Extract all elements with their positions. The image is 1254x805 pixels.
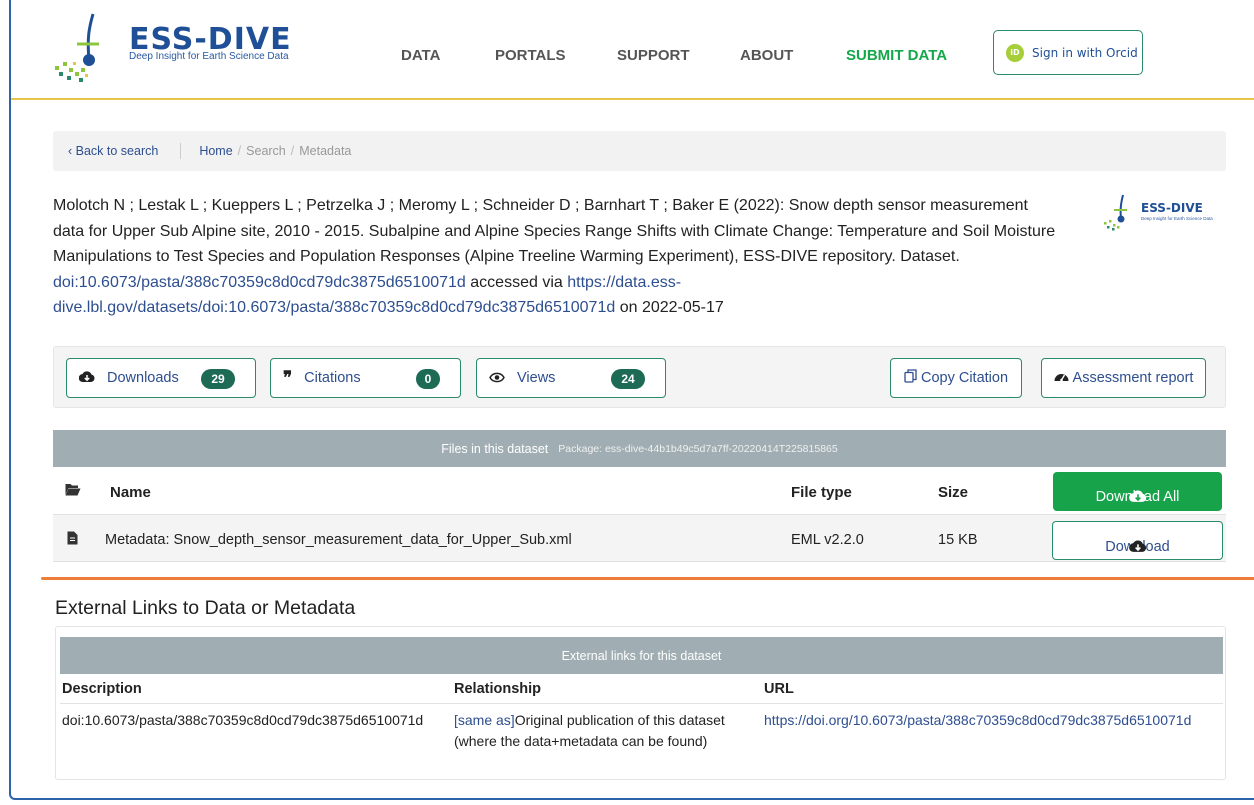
file-row: Metadata: Snow_depth_sensor_measurement_… [53, 515, 1226, 562]
col-file-type: File type [791, 484, 852, 501]
logo-tagline: Deep Insight for Earth Science Data [1141, 216, 1213, 221]
breadcrumb-current: Metadata [299, 144, 352, 158]
citations-label: Citations [304, 370, 361, 386]
file-name[interactable]: Metadata: Snow_depth_sensor_measurement_… [105, 532, 572, 548]
nav-portals[interactable]: PORTALS [495, 47, 566, 64]
copy-citation-label: Copy Citation [920, 370, 1009, 386]
citation-text: Molotch N ; Lestak L ; Kueppers L ; Petr… [53, 197, 1056, 265]
breadcrumb-home[interactable]: Home [199, 144, 232, 158]
sign-in-label: Sign in with Orcid [1032, 45, 1138, 60]
package-id: Package: ess-dive-44b1b49c5d7a7ff-202204… [558, 442, 838, 455]
file-type: EML v2.2.0 [791, 532, 864, 548]
same-as-link[interactable]: [same as] [454, 712, 515, 728]
citations-count-badge: 0 [416, 369, 440, 389]
assessment-report-button[interactable]: Assessment report [1041, 358, 1206, 398]
repository-logo: ESS-DIVE Deep Insight for Earth Science … [1101, 193, 1236, 233]
downloads-count-badge: 29 [201, 369, 235, 389]
views-button[interactable]: Views 24 [476, 358, 666, 398]
breadcrumb-slash: / [237, 144, 242, 158]
col-description: Description [62, 681, 142, 697]
files-header-title: Files in this dataset [441, 441, 549, 456]
breadcrumb-search: Search [246, 144, 286, 158]
citation-doi-link[interactable]: doi:10.6073/pasta/388c70359c8d0cd79dc387… [53, 274, 466, 291]
logo-tagline: Deep Insight for Earth Science Data [129, 51, 289, 62]
col-relationship: Relationship [454, 681, 542, 697]
citation-date: on 2022-05-17 [619, 299, 724, 316]
ess-dive-logo[interactable]: ESS-DIVE Deep Insight for Earth Science … [49, 10, 309, 90]
nav-submit-data[interactable]: SUBMIT DATA [846, 47, 947, 64]
cloud-download-icon [1128, 489, 1147, 507]
copy-icon [904, 369, 917, 387]
logo-mark-icon [1104, 194, 1127, 231]
external-url-link[interactable]: https://doi.org/10.6073/pasta/388c70359c… [764, 710, 1191, 731]
download-all-button[interactable]: Download All [1053, 472, 1222, 511]
citation-accessed-via: accessed via [470, 273, 563, 291]
external-link-row: doi:10.6073/pasta/388c70359c8d0cd79dc387… [60, 704, 1223, 754]
nav-support[interactable]: SUPPORT [617, 47, 690, 64]
metrics-bar: Downloads 29 ❞ Citations 0 Views 24 Copy… [53, 346, 1226, 408]
folder-open-icon [65, 483, 81, 500]
dashboard-icon [1054, 370, 1069, 386]
breadcrumb-divider [180, 143, 182, 159]
views-count-badge: 24 [611, 369, 645, 389]
breadcrumb: ‹ Back to search Home / Search / Metadat… [53, 131, 1226, 171]
sign-in-orcid-button[interactable]: iD Sign in with Orcid [993, 30, 1143, 75]
orcid-icon: iD [1006, 43, 1024, 62]
link-relationship: [same as] Original publication of this d… [454, 710, 754, 749]
link-description: doi:10.6073/pasta/388c70359c8d0cd79dc387… [62, 712, 424, 728]
file-size: 15 KB [938, 532, 978, 548]
site-header: ESS-DIVE Deep Insight for Earth Science … [11, 0, 1254, 100]
external-links-table: External links for this dataset Descript… [55, 626, 1226, 780]
relationship-note: (where the data+metadata can be found) [454, 733, 708, 749]
views-label: Views [517, 370, 556, 386]
external-column-headers: Description Relationship URL [60, 674, 1223, 704]
nav-about[interactable]: ABOUT [740, 47, 793, 64]
external-links-title: External Links to Data or Metadata [55, 597, 356, 619]
breadcrumb-slash: / [290, 144, 295, 158]
logo-wordmark: ESS-DIVE [1141, 201, 1203, 215]
copy-citation-button[interactable]: Copy Citation [890, 358, 1022, 398]
cloud-download-icon [1128, 539, 1147, 557]
cloud-download-icon [78, 370, 95, 386]
files-column-headers: Name File type Size Download All [53, 467, 1226, 515]
dataset-citation: Molotch N ; Lestak L ; Kueppers L ; Petr… [53, 193, 1063, 321]
downloads-label: Downloads [107, 370, 179, 386]
col-url: URL [764, 681, 794, 697]
page-frame: ESS-DIVE Deep Insight for Earth Science … [9, 0, 1254, 800]
downloads-button[interactable]: Downloads 29 [66, 358, 256, 398]
back-to-search-link[interactable]: ‹ Back to search [68, 144, 158, 158]
external-links-header: External links for this dataset [60, 637, 1223, 674]
eye-icon [489, 370, 505, 386]
assessment-report-label: Assessment report [1072, 370, 1194, 386]
files-table: Name File type Size Download All Metadat… [53, 467, 1226, 562]
nav-data[interactable]: DATA [401, 47, 440, 64]
section-divider [41, 577, 1254, 580]
files-table-header: Files in this dataset Package: ess-dive-… [53, 430, 1226, 467]
col-name: Name [110, 484, 151, 501]
citations-button[interactable]: ❞ Citations 0 [270, 358, 461, 398]
relationship-text: Original publication of this dataset [514, 712, 725, 728]
download-file-button[interactable]: Download [1052, 521, 1223, 560]
file-icon [67, 531, 78, 549]
quote-icon: ❞ [283, 368, 293, 387]
col-size: Size [938, 484, 969, 501]
logo-mark-icon [55, 13, 99, 82]
